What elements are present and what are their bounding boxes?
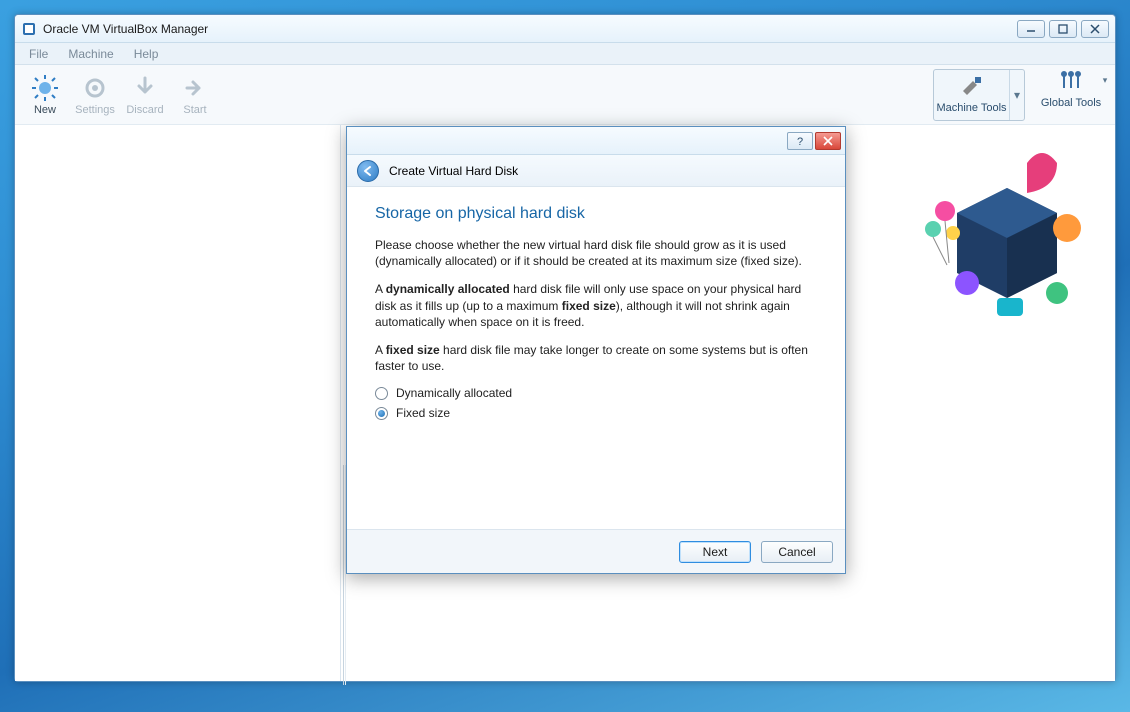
sun-icon (31, 74, 59, 102)
titlebar-title: Oracle VM VirtualBox Manager (43, 22, 1017, 36)
start-label: Start (183, 104, 206, 116)
radio-dynamic-label: Dynamically allocated (396, 386, 512, 400)
dialog-para-1: Please choose whether the new virtual ha… (375, 237, 817, 269)
global-tools-button[interactable]: Global Tools ▾ (1033, 67, 1109, 123)
dialog-para-2: A dynamically allocated hard disk file w… (375, 281, 817, 330)
discard-label: Discard (126, 104, 163, 116)
brand-illustration (907, 133, 1107, 333)
radio-fixed-row[interactable]: Fixed size (375, 406, 817, 420)
machine-tools-label: Machine Tools (936, 102, 1006, 114)
minimize-button[interactable] (1017, 20, 1045, 38)
dialog-help-button[interactable]: ? (787, 132, 813, 150)
settings-button[interactable]: Settings (71, 67, 119, 123)
app-icon (21, 21, 37, 37)
dropdown-arrow-icon[interactable]: ▾ (1010, 70, 1024, 120)
back-button[interactable] (357, 160, 379, 182)
maximize-button[interactable] (1049, 20, 1077, 38)
dialog-footer: Next Cancel (347, 529, 845, 573)
toolbar: New Settings Discard Start (15, 65, 1115, 125)
menu-file[interactable]: File (19, 43, 58, 64)
start-icon (181, 74, 209, 102)
vm-list-sidebar[interactable] (15, 125, 341, 681)
radio-dynamic[interactable] (375, 387, 388, 400)
dialog-header-title: Create Virtual Hard Disk (389, 164, 518, 178)
start-button[interactable]: Start (171, 67, 219, 123)
create-vhd-dialog: ? Create Virtual Hard Disk Storage on ph… (346, 126, 846, 574)
menubar: File Machine Help (15, 43, 1115, 65)
discard-button[interactable]: Discard (121, 67, 169, 123)
new-button[interactable]: New (21, 67, 69, 123)
close-button[interactable] (1081, 20, 1109, 38)
next-button[interactable]: Next (679, 541, 751, 563)
svg-text:?: ? (797, 136, 803, 147)
dialog-header: Create Virtual Hard Disk (347, 155, 845, 187)
radio-dynamic-row[interactable]: Dynamically allocated (375, 386, 817, 400)
dialog-body: Storage on physical hard disk Please cho… (347, 187, 845, 444)
chevron-down-icon[interactable]: ▾ (1103, 75, 1108, 86)
global-tools-label: Global Tools (1041, 97, 1101, 109)
dialog-para-3: A fixed size hard disk file may take lon… (375, 342, 817, 374)
menu-help[interactable]: Help (124, 43, 169, 64)
cancel-button[interactable]: Cancel (761, 541, 833, 563)
dialog-close-button[interactable] (815, 132, 841, 150)
new-label: New (34, 104, 56, 116)
tools-icon (1058, 68, 1084, 95)
gear-icon (81, 74, 109, 102)
window-controls (1017, 20, 1109, 38)
discard-icon (131, 74, 159, 102)
dialog-titlebar: ? (347, 127, 845, 155)
dialog-heading: Storage on physical hard disk (375, 205, 817, 223)
hammer-icon (959, 75, 985, 100)
machine-tools-group[interactable]: Machine Tools ▾ (933, 69, 1025, 121)
menu-machine[interactable]: Machine (58, 43, 123, 64)
radio-fixed[interactable] (375, 407, 388, 420)
radio-fixed-label: Fixed size (396, 406, 450, 420)
titlebar: Oracle VM VirtualBox Manager (15, 15, 1115, 43)
settings-label: Settings (75, 104, 115, 116)
